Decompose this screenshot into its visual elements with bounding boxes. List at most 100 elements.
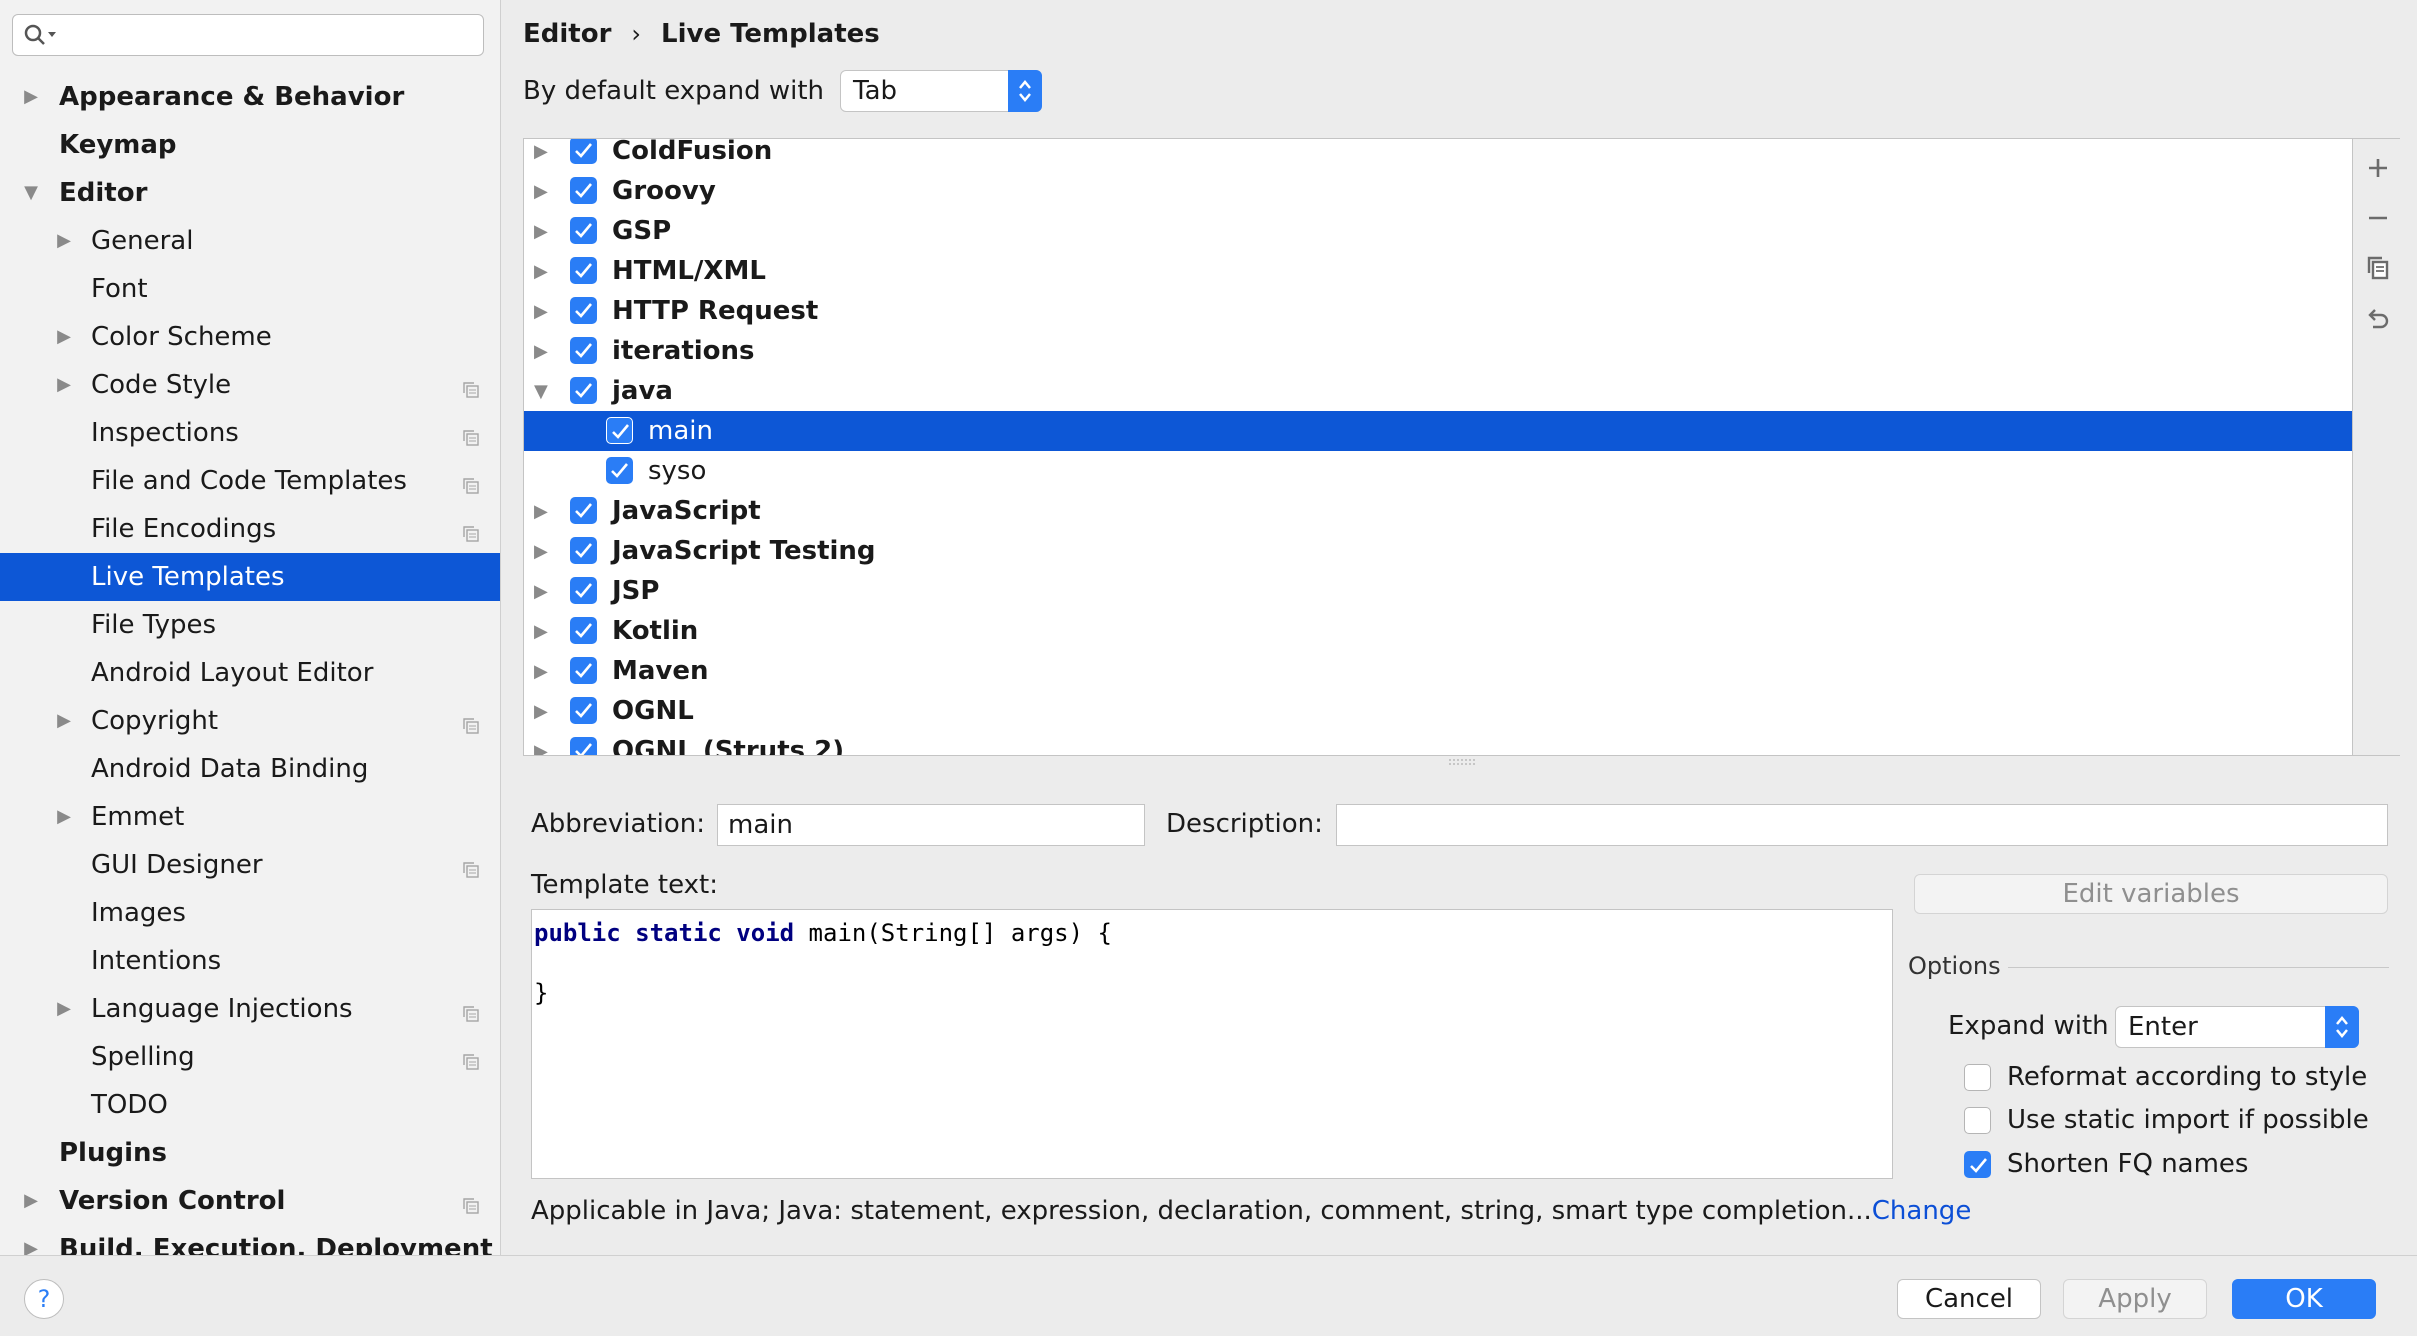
sidebar-item-appearance-behavior[interactable]: ▶ Appearance & Behavior bbox=[0, 73, 500, 121]
splitter-handle[interactable] bbox=[1447, 758, 1477, 766]
chevron-right-icon[interactable]: ▶ bbox=[534, 301, 548, 322]
search-box[interactable] bbox=[12, 14, 484, 56]
template-group-row[interactable]: ▶ iterations bbox=[524, 331, 2352, 371]
chevron-right-icon[interactable]: ▶ bbox=[534, 701, 548, 722]
sidebar-item-code-style[interactable]: ▶ Code Style bbox=[0, 361, 500, 409]
template-row[interactable]: main bbox=[524, 411, 2352, 451]
sidebar-item-todo[interactable]: TODO bbox=[0, 1081, 500, 1129]
chevron-right-icon[interactable]: ▶ bbox=[534, 741, 548, 756]
chevron-right-icon[interactable]: ▶ bbox=[55, 328, 73, 346]
sidebar-item-build-execution-deployment[interactable]: ▶ Build, Execution, Deployment bbox=[0, 1225, 500, 1256]
chevron-right-icon[interactable]: ▶ bbox=[534, 261, 548, 282]
sidebar-item-general[interactable]: ▶ General bbox=[0, 217, 500, 265]
template-group-row[interactable]: ▶ OGNL bbox=[524, 691, 2352, 731]
template-checkbox[interactable] bbox=[570, 377, 597, 404]
template-checkbox[interactable] bbox=[570, 139, 597, 164]
template-text-editor[interactable]: public static void main(String[] args) {… bbox=[531, 909, 1893, 1179]
sidebar-item-inspections[interactable]: Inspections bbox=[0, 409, 500, 457]
breadcrumb-parent[interactable]: Editor bbox=[523, 19, 611, 49]
sidebar-item-font[interactable]: Font bbox=[0, 265, 500, 313]
reformat-checkbox[interactable] bbox=[1964, 1064, 1991, 1091]
chevron-right-icon[interactable]: ▶ bbox=[534, 501, 548, 522]
sidebar-item-copyright[interactable]: ▶ Copyright bbox=[0, 697, 500, 745]
sidebar-item-emmet[interactable]: ▶ Emmet bbox=[0, 793, 500, 841]
template-checkbox[interactable] bbox=[570, 297, 597, 324]
chevron-right-icon[interactable]: ▶ bbox=[55, 1000, 73, 1018]
template-checkbox[interactable] bbox=[570, 497, 597, 524]
copy-icon[interactable] bbox=[2365, 255, 2391, 281]
template-checkbox[interactable] bbox=[570, 337, 597, 364]
template-checkbox[interactable] bbox=[570, 177, 597, 204]
chevron-right-icon[interactable]: ▶ bbox=[534, 581, 548, 602]
description-field[interactable] bbox=[1336, 804, 2388, 846]
shorten-fq-checkbox[interactable] bbox=[1964, 1151, 1991, 1178]
template-group-row[interactable]: ▶ JavaScript bbox=[524, 491, 2352, 531]
sidebar-item-images[interactable]: Images bbox=[0, 889, 500, 937]
template-checkbox[interactable] bbox=[570, 697, 597, 724]
template-group-row[interactable]: ▶ Maven bbox=[524, 651, 2352, 691]
change-context-link[interactable]: Change bbox=[1872, 1196, 1972, 1226]
template-group-row[interactable]: ▶ JSP bbox=[524, 571, 2352, 611]
template-checkbox[interactable] bbox=[570, 257, 597, 284]
sidebar-item-file-types[interactable]: File Types bbox=[0, 601, 500, 649]
template-group-row[interactable]: ▶ GSP bbox=[524, 211, 2352, 251]
chevron-right-icon[interactable]: ▶ bbox=[534, 141, 548, 162]
template-checkbox[interactable] bbox=[570, 657, 597, 684]
default-expand-select[interactable]: Tab bbox=[840, 70, 1043, 112]
chevron-down-icon[interactable]: ▼ bbox=[22, 184, 40, 202]
plus-icon[interactable] bbox=[2365, 155, 2391, 181]
chevron-right-icon[interactable]: ▶ bbox=[534, 221, 548, 242]
sidebar-item-version-control[interactable]: ▶ Version Control bbox=[0, 1177, 500, 1225]
help-button[interactable]: ? bbox=[24, 1279, 64, 1319]
template-group-row[interactable]: ▶ HTTP Request bbox=[524, 291, 2352, 331]
undo-icon[interactable] bbox=[2365, 305, 2391, 331]
abbreviation-field[interactable]: main bbox=[717, 804, 1145, 846]
template-group-row[interactable]: ▶ OGNL (Struts 2) bbox=[524, 731, 2352, 756]
sidebar-item-file-encodings[interactable]: File Encodings bbox=[0, 505, 500, 553]
template-checkbox[interactable] bbox=[570, 537, 597, 564]
sidebar-item-plugins[interactable]: Plugins bbox=[0, 1129, 500, 1177]
template-checkbox[interactable] bbox=[570, 617, 597, 644]
template-checkbox[interactable] bbox=[606, 457, 633, 484]
sidebar-item-gui-designer[interactable]: GUI Designer bbox=[0, 841, 500, 889]
template-checkbox[interactable] bbox=[606, 417, 633, 444]
chevron-right-icon[interactable]: ▶ bbox=[534, 661, 548, 682]
edit-variables-button[interactable]: Edit variables bbox=[1914, 874, 2388, 914]
sidebar-item-color-scheme[interactable]: ▶ Color Scheme bbox=[0, 313, 500, 361]
chevron-down-icon[interactable]: ▼ bbox=[534, 381, 548, 402]
expand-with-select[interactable]: Enter bbox=[2115, 1006, 2359, 1048]
sidebar-item-android-data-binding[interactable]: Android Data Binding bbox=[0, 745, 500, 793]
chevron-right-icon[interactable]: ▶ bbox=[55, 712, 73, 730]
template-group-row[interactable]: ▶ Kotlin bbox=[524, 611, 2352, 651]
template-checkbox[interactable] bbox=[570, 737, 597, 755]
sidebar-item-intentions[interactable]: Intentions bbox=[0, 937, 500, 985]
chevron-right-icon[interactable]: ▶ bbox=[55, 376, 73, 394]
template-group-row[interactable]: ▼ java bbox=[524, 371, 2352, 411]
template-row[interactable]: syso bbox=[524, 451, 2352, 491]
apply-button[interactable]: Apply bbox=[2063, 1279, 2207, 1319]
search-input[interactable] bbox=[69, 19, 469, 51]
minus-icon[interactable] bbox=[2365, 205, 2391, 231]
static-import-checkbox[interactable] bbox=[1964, 1107, 1991, 1134]
chevron-right-icon[interactable]: ▶ bbox=[55, 232, 73, 250]
template-group-row[interactable]: ▶ ColdFusion bbox=[524, 139, 2352, 171]
sidebar-item-live-templates[interactable]: Live Templates bbox=[0, 553, 500, 601]
chevron-right-icon[interactable]: ▶ bbox=[22, 1192, 40, 1210]
chevron-right-icon[interactable]: ▶ bbox=[22, 1240, 40, 1256]
template-checkbox[interactable] bbox=[570, 217, 597, 244]
sidebar-item-editor[interactable]: ▼ Editor bbox=[0, 169, 500, 217]
sidebar-item-keymap[interactable]: Keymap bbox=[0, 121, 500, 169]
chevron-right-icon[interactable]: ▶ bbox=[534, 621, 548, 642]
template-checkbox[interactable] bbox=[570, 577, 597, 604]
cancel-button[interactable]: Cancel bbox=[1897, 1279, 2041, 1319]
sidebar-item-spelling[interactable]: Spelling bbox=[0, 1033, 500, 1081]
templates-tree[interactable]: ▶ ColdFusion ▶ Groovy ▶ GSP ▶ HTML/XML ▶ HTTP Req… bbox=[523, 138, 2353, 756]
template-group-row[interactable]: ▶ HTML/XML bbox=[524, 251, 2352, 291]
chevron-right-icon[interactable]: ▶ bbox=[534, 181, 548, 202]
chevron-right-icon[interactable]: ▶ bbox=[22, 88, 40, 106]
ok-button[interactable]: OK bbox=[2232, 1279, 2376, 1319]
sidebar-item-android-layout-editor[interactable]: Android Layout Editor bbox=[0, 649, 500, 697]
chevron-right-icon[interactable]: ▶ bbox=[534, 341, 548, 362]
sidebar-item-language-injections[interactable]: ▶ Language Injections bbox=[0, 985, 500, 1033]
template-group-row[interactable]: ▶ Groovy bbox=[524, 171, 2352, 211]
